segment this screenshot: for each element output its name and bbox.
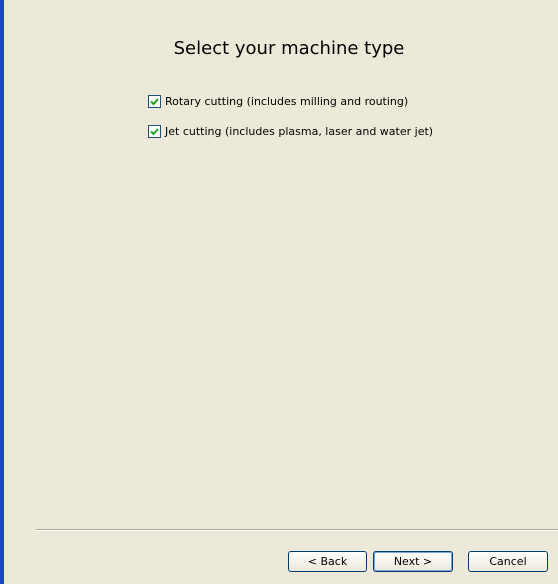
next-button[interactable]: Next > [373, 551, 453, 572]
wizard-panel: Select your machine type Rotary cutting … [4, 0, 558, 584]
separator [36, 529, 558, 531]
jet-cutting-label: Jet cutting (includes plasma, laser and … [165, 125, 434, 138]
rotary-cutting-label: Rotary cutting (includes milling and rou… [165, 95, 409, 108]
back-button[interactable]: < Back [288, 551, 367, 572]
jet-cutting-checkbox[interactable] [148, 125, 161, 138]
wizard-window: Select your machine type Rotary cutting … [0, 0, 558, 584]
rotary-cutting-option[interactable]: Rotary cutting (includes milling and rou… [148, 94, 408, 109]
checkmark-icon [150, 98, 159, 106]
checkmark-icon [150, 128, 159, 136]
cancel-button[interactable]: Cancel [468, 551, 548, 572]
rotary-cutting-checkbox[interactable] [148, 95, 161, 108]
page-title: Select your machine type [173, 38, 405, 59]
jet-cutting-option[interactable]: Jet cutting (includes plasma, laser and … [148, 124, 433, 139]
